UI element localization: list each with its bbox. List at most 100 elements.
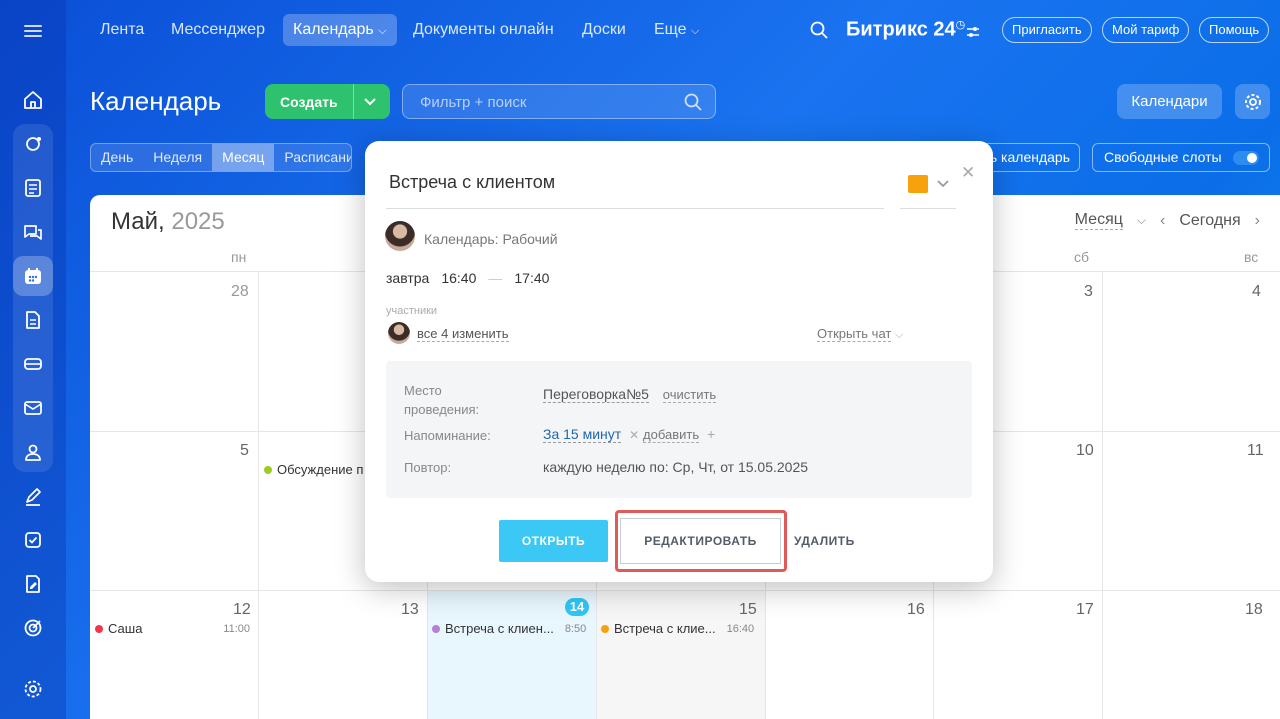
document-icon[interactable] bbox=[13, 300, 53, 340]
chevron-down-icon: ⌵ bbox=[691, 25, 700, 37]
year-label: 2025 bbox=[171, 208, 225, 235]
calendar-name: Календарь: Рабочий bbox=[424, 231, 558, 247]
mail-icon[interactable] bbox=[13, 388, 53, 428]
free-slots-toggle[interactable]: Свободные слоты bbox=[1092, 143, 1270, 172]
sign-icon[interactable] bbox=[13, 476, 53, 516]
event-title: Обсуждение п bbox=[277, 462, 364, 477]
calendar-icon[interactable] bbox=[13, 256, 53, 296]
today-button[interactable]: Сегодня bbox=[1179, 212, 1240, 230]
place-label: Место проведения: bbox=[404, 383, 480, 417]
day-number[interactable]: 5 bbox=[240, 442, 249, 460]
target-icon[interactable] bbox=[13, 608, 53, 648]
sliders-icon[interactable] bbox=[966, 25, 980, 43]
close-icon[interactable]: ✕ bbox=[961, 163, 975, 183]
chevron-down-icon[interactable] bbox=[363, 93, 377, 112]
event-color-swatch[interactable] bbox=[908, 175, 928, 193]
today-badge[interactable]: 14 bbox=[565, 598, 589, 616]
settings-button[interactable] bbox=[1235, 84, 1270, 119]
create-button[interactable]: Создать bbox=[265, 84, 390, 119]
add-reminder-link[interactable]: добавить bbox=[643, 427, 700, 443]
event-title[interactable]: Встреча с клиентом bbox=[389, 172, 555, 193]
chevron-down-icon[interactable] bbox=[936, 176, 950, 195]
chevron-left-icon[interactable]: ‹ bbox=[1160, 212, 1165, 230]
search-icon[interactable] bbox=[683, 92, 703, 117]
nav-calendar-label: Календарь bbox=[293, 21, 374, 38]
calendar-event[interactable]: Саша 11:00 bbox=[95, 621, 250, 636]
plus-icon[interactable]: + bbox=[707, 426, 715, 442]
clear-place-link[interactable]: очистить bbox=[662, 387, 717, 403]
view-select[interactable]: Месяц bbox=[1074, 211, 1123, 230]
day-number[interactable]: 28 bbox=[231, 283, 249, 301]
chevron-right-icon[interactable]: › bbox=[1255, 212, 1260, 230]
open-button[interactable]: ОТКРЫТЬ bbox=[499, 520, 608, 562]
divider bbox=[900, 208, 956, 209]
settings-icon[interactable] bbox=[13, 669, 53, 709]
event-color-dot bbox=[95, 624, 103, 633]
open-chat-link[interactable]: Открыть чат ⌵ bbox=[817, 326, 903, 342]
day-number[interactable]: 17 bbox=[1076, 601, 1094, 619]
tab-month[interactable]: Месяц bbox=[212, 144, 275, 171]
checkbox-icon[interactable] bbox=[13, 520, 53, 560]
chevron-down-icon: ⌵ bbox=[378, 25, 387, 37]
tasks-list-icon[interactable] bbox=[13, 168, 53, 208]
chat-icon[interactable] bbox=[13, 212, 53, 252]
help-button[interactable]: Помощь bbox=[1199, 17, 1270, 43]
participants-link[interactable]: все 4 изменить bbox=[417, 326, 509, 342]
reminder-field: За 15 минут ✕ добавить + bbox=[543, 426, 715, 443]
day-number[interactable]: 16 bbox=[907, 601, 925, 619]
invite-button[interactable]: Пригласить bbox=[1002, 17, 1092, 43]
day-number[interactable]: 11 bbox=[1247, 442, 1264, 460]
menu-icon[interactable] bbox=[13, 11, 53, 51]
day-number[interactable]: 10 bbox=[1076, 442, 1094, 460]
calendars-button[interactable]: Календари bbox=[1117, 84, 1222, 119]
feed-icon[interactable] bbox=[13, 124, 53, 164]
calendar-event[interactable]: Обсуждение п bbox=[264, 462, 363, 477]
event-title: Саша bbox=[108, 621, 143, 636]
nav-messenger[interactable]: Мессенджер bbox=[161, 14, 275, 46]
edit-document-icon[interactable] bbox=[13, 564, 53, 604]
nav-calendar[interactable]: Календарь ⌵ bbox=[283, 14, 397, 46]
day-number[interactable]: 3 bbox=[1084, 283, 1093, 301]
top-navigation: Лента Мессенджер Календарь ⌵ Документы о… bbox=[66, 0, 1280, 62]
calendar-event[interactable]: Встреча с клиен... 8:50 bbox=[432, 621, 586, 636]
nav-feed[interactable]: Лента bbox=[90, 14, 154, 46]
toggle-switch[interactable] bbox=[1233, 151, 1259, 165]
chevron-down-icon: ⌵ bbox=[894, 329, 904, 341]
chevron-down-icon[interactable]: ⌵ bbox=[1137, 213, 1146, 228]
tab-schedule[interactable]: Расписание bbox=[274, 144, 351, 171]
place-value[interactable]: Переговорка№5 bbox=[543, 386, 649, 403]
nav-more[interactable]: Еще ⌵ bbox=[644, 14, 709, 46]
brand-logo[interactable]: Битрикс 24◷ bbox=[846, 18, 965, 42]
repeat-label: Повтор: bbox=[404, 460, 452, 475]
day-number[interactable]: 4 bbox=[1252, 283, 1261, 301]
nav-boards[interactable]: Доски bbox=[572, 14, 636, 46]
day-number[interactable]: 15 bbox=[739, 601, 757, 619]
avatar bbox=[388, 322, 410, 344]
contacts-icon[interactable] bbox=[13, 432, 53, 472]
tariff-button[interactable]: Мой тариф bbox=[1102, 17, 1190, 43]
search-icon[interactable] bbox=[809, 20, 829, 45]
tab-day[interactable]: День bbox=[91, 144, 143, 171]
avatar bbox=[385, 221, 415, 251]
event-time: 11:00 bbox=[223, 622, 250, 635]
event-time: 8:50 bbox=[564, 622, 587, 635]
event-popup: Встреча с клиентом ✕ Календарь: Рабочий … bbox=[365, 141, 993, 582]
reminder-value[interactable]: За 15 минут bbox=[543, 426, 622, 443]
home-icon[interactable] bbox=[13, 80, 53, 120]
day-number[interactable]: 12 bbox=[233, 601, 251, 619]
edit-button[interactable]: РЕДАКТИРОВАТЬ bbox=[620, 518, 781, 564]
day-number[interactable]: 13 bbox=[401, 601, 419, 619]
event-day: завтра bbox=[386, 270, 430, 286]
drive-icon[interactable] bbox=[13, 344, 53, 384]
search-input[interactable]: Фильтр + поиск bbox=[402, 84, 716, 119]
day-number[interactable]: 18 bbox=[1245, 601, 1263, 619]
remove-icon[interactable]: ✕ bbox=[629, 428, 639, 442]
tab-week[interactable]: Неделя bbox=[143, 144, 212, 171]
place-field: Переговорка№5 очистить bbox=[543, 386, 717, 403]
calendar-controls: Месяц ⌵ ‹ Сегодня › bbox=[1074, 211, 1260, 230]
nav-documents[interactable]: Документы онлайн bbox=[403, 14, 564, 46]
delete-button[interactable]: УДАЛИТЬ bbox=[794, 534, 855, 548]
calendar-event[interactable]: Встреча с клие... 16:40 bbox=[601, 621, 754, 636]
create-button-label: Создать bbox=[280, 94, 338, 110]
free-slots-label: Свободные слоты bbox=[1104, 149, 1222, 165]
